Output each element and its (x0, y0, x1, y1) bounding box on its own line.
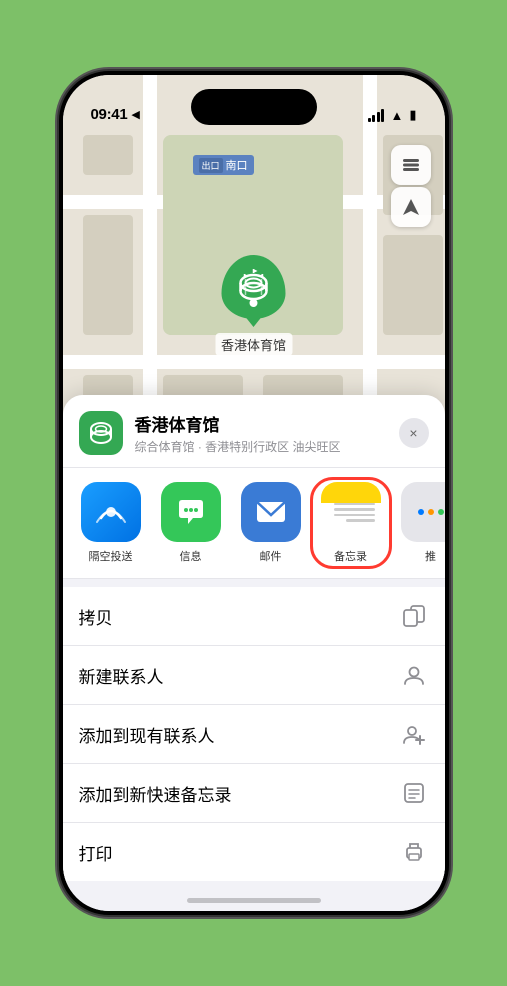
stadium-marker[interactable]: 香港体育馆 (215, 255, 292, 356)
action-add-existing-label: 添加到现有联系人 (79, 722, 215, 747)
status-time: 09:41 (91, 106, 128, 123)
map-label-text: 南口 (226, 157, 248, 173)
location-icon: ◀ (131, 108, 139, 121)
notes-icon (321, 482, 381, 542)
quick-note-icon (399, 778, 429, 808)
marker-pin (221, 255, 285, 319)
action-new-contact[interactable]: 新建联系人 (63, 646, 445, 705)
new-contact-icon (399, 660, 429, 690)
messages-icon (161, 482, 221, 542)
mail-label: 邮件 (260, 548, 282, 564)
action-copy-label: 拷贝 (79, 604, 113, 629)
dynamic-island (191, 89, 317, 125)
action-add-existing[interactable]: 添加到现有联系人 (63, 705, 445, 764)
action-quick-note-label: 添加到新快速备忘录 (79, 781, 232, 806)
airdrop-label: 隔空投送 (89, 548, 133, 564)
action-copy[interactable]: 拷贝 (63, 587, 445, 646)
printer-icon (399, 837, 429, 867)
map-label: 出口 南口 (193, 155, 254, 175)
share-item-messages[interactable]: 信息 (155, 482, 227, 564)
map-road (63, 355, 445, 369)
venue-icon (79, 411, 123, 455)
status-icons: ▲ ▮ (368, 107, 417, 123)
phone-screen: 09:41 ◀ ▲ ▮ (63, 75, 445, 911)
action-print-label: 打印 (79, 840, 113, 865)
action-list: 拷贝 新建联系人 (63, 587, 445, 881)
bottom-sheet: 香港体育馆 综合体育馆 · 香港特别行政区 油尖旺区 × 隔 (63, 395, 445, 911)
location-button[interactable] (391, 187, 431, 227)
notes-label: 备忘录 (334, 548, 367, 564)
venue-desc: 综合体育馆 · 香港特别行政区 油尖旺区 (135, 438, 387, 455)
venue-name: 香港体育馆 (135, 411, 387, 436)
sheet-header: 香港体育馆 综合体育馆 · 香港特别行政区 油尖旺区 × (63, 395, 445, 468)
share-item-more[interactable]: 推 (395, 482, 445, 564)
more-label: 推 (425, 548, 436, 564)
airdrop-icon (81, 482, 141, 542)
mail-icon (241, 482, 301, 542)
home-indicator (187, 898, 321, 903)
stadium-name-label: 香港体育馆 (215, 333, 292, 356)
action-quick-note[interactable]: 添加到新快速备忘录 (63, 764, 445, 823)
battery-icon: ▮ (409, 107, 416, 123)
messages-label: 信息 (180, 548, 202, 564)
close-button[interactable]: × (399, 418, 429, 448)
wifi-icon: ▲ (390, 108, 403, 123)
share-row: 隔空投送 信息 (63, 468, 445, 579)
map-controls (391, 145, 431, 227)
action-new-contact-label: 新建联系人 (79, 663, 164, 688)
venue-info: 香港体育馆 综合体育馆 · 香港特别行政区 油尖旺区 (135, 411, 387, 455)
phone-frame: 09:41 ◀ ▲ ▮ (59, 71, 449, 915)
add-contact-icon (399, 719, 429, 749)
share-item-mail[interactable]: 邮件 (235, 482, 307, 564)
layers-icon (400, 154, 422, 176)
more-icon (401, 482, 445, 542)
location-arrow-icon (401, 197, 421, 217)
map-layers-button[interactable] (391, 145, 431, 185)
share-item-notes[interactable]: 备忘录 (315, 482, 387, 564)
share-item-airdrop[interactable]: 隔空投送 (75, 482, 147, 564)
venue-stadium-icon (87, 419, 115, 447)
copy-icon (399, 601, 429, 631)
action-print[interactable]: 打印 (63, 823, 445, 881)
signal-bars (368, 109, 385, 122)
